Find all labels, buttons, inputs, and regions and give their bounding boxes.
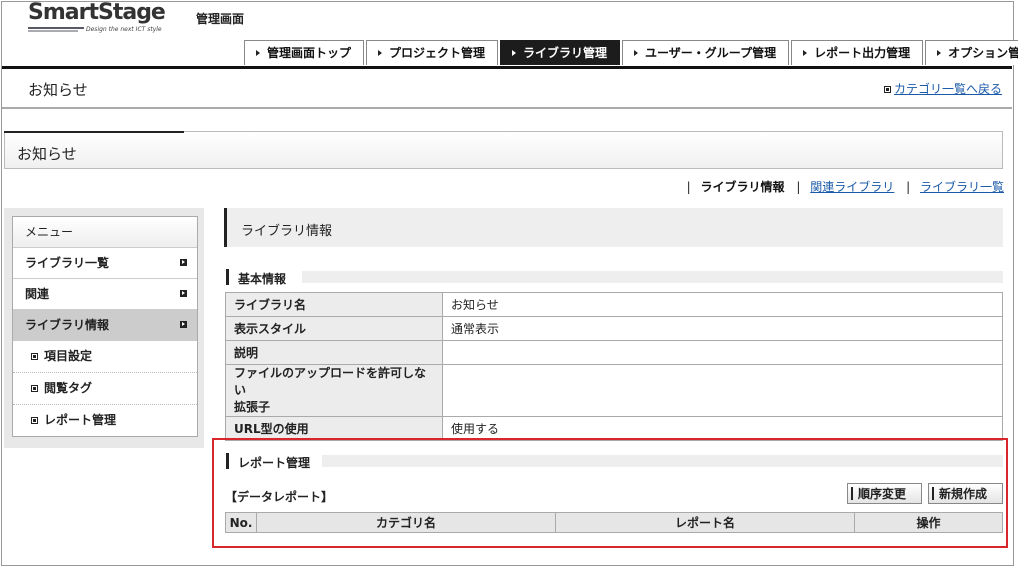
side-menu: メニュー ライブラリ一覧 関連 ライブラリ情報 項目設定 閲覧タグ レポート管理	[12, 216, 198, 437]
heading-bar	[226, 453, 229, 469]
square-bullet-icon	[31, 417, 38, 424]
table-row: ファイルのアップロードを許可しない拡張子	[225, 364, 1003, 417]
column-header-report-name: レポート名	[555, 512, 855, 533]
menu-item-library-list[interactable]: ライブラリ一覧	[13, 248, 197, 279]
arrow-right-icon	[180, 259, 187, 266]
nav-tab-options[interactable]: オプション管理	[925, 40, 1018, 65]
info-key-line: 拡張子	[234, 400, 271, 414]
column-header-category: カテゴリ名	[256, 512, 556, 533]
info-key: 表示スタイル	[225, 316, 443, 341]
back-link-label[interactable]: カテゴリ一覧へ戻る	[894, 82, 1002, 96]
reorder-button[interactable]: 順序変更	[847, 483, 922, 504]
menu-sub-report-management[interactable]: レポート管理	[13, 405, 197, 436]
info-value: 通常表示	[442, 316, 1003, 341]
section-title-box: お知らせ	[4, 131, 1003, 169]
menu-sub-label: 項目設定	[44, 349, 93, 363]
separator: |	[906, 180, 911, 194]
column-header-actions: 操作	[854, 512, 1003, 533]
page-title: お知らせ	[28, 81, 88, 99]
section-accent-line	[4, 131, 184, 133]
table-row: 説明	[225, 340, 1003, 365]
sublink-related-library[interactable]: 関連ライブラリ	[810, 180, 894, 194]
logo-text: SmartStage	[28, 0, 166, 25]
heading-bar	[226, 269, 229, 285]
data-report-label: 【データレポート】	[225, 490, 334, 504]
content-title-box: ライブラリ情報	[224, 208, 1003, 247]
heading-fill	[302, 271, 1003, 283]
square-bullet-icon	[883, 86, 891, 93]
menu-sub-label: レポート管理	[44, 413, 117, 427]
arrow-right-icon	[180, 290, 187, 297]
info-value	[442, 340, 1003, 365]
nav-tab-user-group[interactable]: ユーザー・グループ管理	[622, 40, 790, 65]
back-to-category-link[interactable]: カテゴリ一覧へ戻る	[883, 80, 1002, 97]
info-value: お知らせ	[442, 292, 1003, 317]
menu-sub-item-settings[interactable]: 項目設定	[13, 341, 197, 373]
separator: |	[796, 180, 801, 194]
menu-item-label: 関連	[25, 287, 50, 301]
basic-info-heading: 基本情報	[226, 269, 1003, 286]
menu-item-related[interactable]: 関連	[13, 279, 197, 310]
info-key: ファイルのアップロードを許可しない拡張子	[225, 364, 443, 417]
info-key: URL型の使用	[225, 416, 443, 441]
page-header: お知らせ カテゴリ一覧へ戻る	[2, 69, 1012, 109]
content-title: ライブラリ情報	[241, 224, 333, 239]
sidebar: メニュー ライブラリ一覧 関連 ライブラリ情報 項目設定 閲覧タグ レポート管理	[4, 208, 204, 448]
square-bullet-icon	[31, 385, 38, 392]
report-management-heading: レポート管理	[226, 453, 1003, 470]
table-row: ライブラリ名 お知らせ	[225, 292, 1003, 317]
info-key: ライブラリ名	[225, 292, 443, 317]
basic-info-heading-text: 基本情報	[238, 272, 287, 286]
report-management-heading-text: レポート管理	[238, 456, 311, 470]
nav-tab-library[interactable]: ライブラリ管理	[500, 40, 621, 65]
menu-heading: メニュー	[13, 217, 197, 248]
report-table: No. カテゴリ名 レポート名 操作	[225, 512, 1003, 533]
nav-tab-admin-top[interactable]: 管理画面トップ	[244, 40, 365, 65]
column-header-no: No.	[225, 512, 257, 533]
section-title: お知らせ	[17, 145, 77, 163]
admin-title: 管理画面	[196, 12, 245, 26]
smartstage-logo[interactable]: SmartStage Design the next ICT style	[28, 0, 166, 38]
table-row: URL型の使用 使用する	[225, 416, 1003, 441]
arrow-right-icon	[180, 321, 187, 328]
menu-item-label: ライブラリ一覧	[25, 256, 110, 270]
heading-fill	[322, 455, 1003, 467]
nav-tab-project[interactable]: プロジェクト管理	[366, 40, 499, 65]
library-info-table: ライブラリ名 お知らせ 表示スタイル 通常表示 説明 ファイルのアップロードを許…	[225, 292, 1003, 441]
menu-item-library-info[interactable]: ライブラリ情報	[13, 310, 197, 341]
info-key: 説明	[225, 340, 443, 365]
separator: |	[686, 180, 691, 194]
logo-swoosh-icon	[28, 27, 84, 32]
logo-tagline: Design the next ICT style	[86, 26, 162, 33]
table-row: 表示スタイル 通常表示	[225, 316, 1003, 341]
nav-tab-report-output[interactable]: レポート出力管理	[791, 40, 924, 65]
menu-sub-view-tags[interactable]: 閲覧タグ	[13, 373, 197, 405]
info-value: 使用する	[442, 416, 1003, 441]
info-value	[442, 364, 1003, 417]
sub-navigation: | ライブラリ情報 | 関連ライブラリ | ライブラリ一覧	[679, 178, 1004, 195]
square-bullet-icon	[31, 353, 38, 360]
info-key-line: ファイルのアップロードを許可しない	[234, 366, 427, 397]
main-nav: 管理画面トップ プロジェクト管理 ライブラリ管理 ユーザー・グループ管理 レポー…	[242, 40, 1018, 66]
new-report-button[interactable]: 新規作成	[928, 483, 1003, 504]
sublink-library-info: ライブラリ情報	[700, 180, 785, 194]
table-header-row: No. カテゴリ名 レポート名 操作	[225, 512, 1003, 533]
menu-item-label: ライブラリ情報	[25, 318, 110, 332]
menu-sub-label: 閲覧タグ	[44, 381, 93, 395]
sublink-library-list[interactable]: ライブラリ一覧	[920, 180, 1004, 194]
